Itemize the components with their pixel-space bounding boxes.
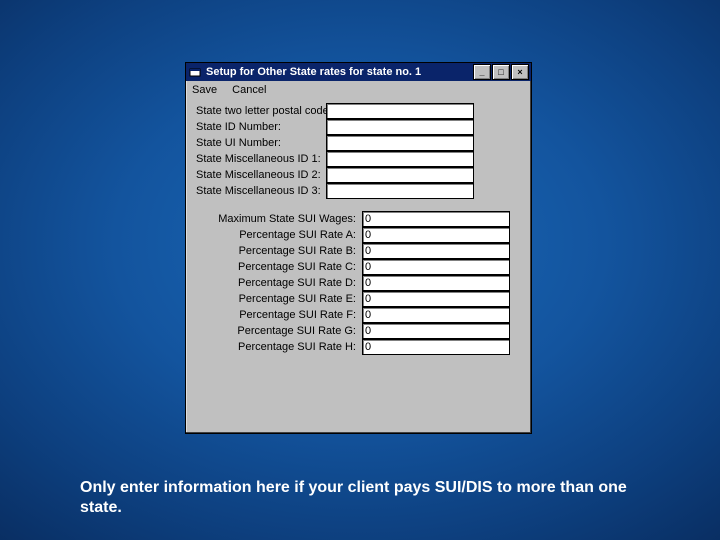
state-ui-input[interactable] <box>326 135 474 151</box>
rate-c-label: Percentage SUI Rate C: <box>196 261 362 273</box>
dialog-window: Setup for Other State rates for state no… <box>185 62 532 434</box>
slide-caption: Only enter information here if your clie… <box>80 478 660 518</box>
close-button[interactable]: × <box>511 64 529 80</box>
maximize-icon: □ <box>498 68 503 77</box>
max-wages-label: Maximum State SUI Wages: <box>196 213 362 225</box>
minimize-icon: _ <box>479 68 484 77</box>
misc1-input[interactable] <box>326 151 474 167</box>
titlebar[interactable]: Setup for Other State rates for state no… <box>186 63 531 81</box>
state-id-input[interactable] <box>326 119 474 135</box>
misc3-label: State Miscellaneous ID 3: <box>196 185 326 197</box>
close-icon: × <box>517 68 522 77</box>
rate-g-input[interactable] <box>362 323 510 339</box>
rate-h-input[interactable] <box>362 339 510 355</box>
max-wages-input[interactable] <box>362 211 510 227</box>
minimize-button[interactable]: _ <box>473 64 491 80</box>
app-icon <box>188 65 202 79</box>
menu-cancel[interactable]: Cancel <box>232 84 266 96</box>
state-id-label: State ID Number: <box>196 121 326 133</box>
state-ui-label: State UI Number: <box>196 137 326 149</box>
rate-h-label: Percentage SUI Rate H: <box>196 341 362 353</box>
rate-b-label: Percentage SUI Rate B: <box>196 245 362 257</box>
window-title: Setup for Other State rates for state no… <box>206 66 473 78</box>
postal-code-input[interactable] <box>326 103 474 119</box>
rate-b-input[interactable] <box>362 243 510 259</box>
rate-a-input[interactable] <box>362 227 510 243</box>
rate-a-label: Percentage SUI Rate A: <box>196 229 362 241</box>
menubar: Save Cancel <box>186 81 531 101</box>
misc1-label: State Miscellaneous ID 1: <box>196 153 326 165</box>
rate-c-input[interactable] <box>362 259 510 275</box>
misc3-input[interactable] <box>326 183 474 199</box>
menu-save[interactable]: Save <box>192 84 217 96</box>
rate-d-label: Percentage SUI Rate D: <box>196 277 362 289</box>
rate-d-input[interactable] <box>362 275 510 291</box>
rate-e-input[interactable] <box>362 291 510 307</box>
postal-code-label: State two letter postal code: <box>196 105 326 117</box>
misc2-label: State Miscellaneous ID 2: <box>196 169 326 181</box>
misc2-input[interactable] <box>326 167 474 183</box>
rate-f-label: Percentage SUI Rate F: <box>196 309 362 321</box>
maximize-button[interactable]: □ <box>492 64 510 80</box>
rate-g-label: Percentage SUI Rate G: <box>196 325 362 337</box>
rate-f-input[interactable] <box>362 307 510 323</box>
rate-e-label: Percentage SUI Rate E: <box>196 293 362 305</box>
